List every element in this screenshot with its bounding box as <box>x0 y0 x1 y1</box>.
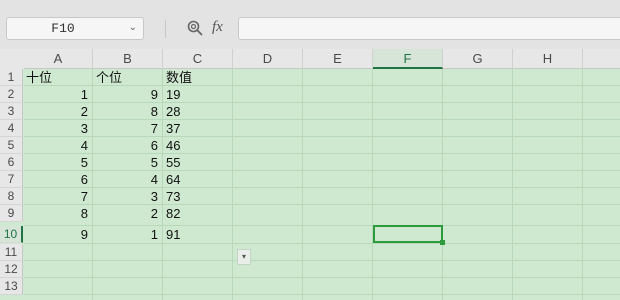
cell-b5[interactable]: 6 <box>92 137 162 154</box>
row-header-6[interactable]: 6 <box>0 154 23 171</box>
column-header-i[interactable] <box>583 49 620 69</box>
cell-c6[interactable]: 55 <box>165 154 232 171</box>
column-header-c[interactable]: C <box>163 49 233 69</box>
row-header-10[interactable]: 10 <box>0 226 23 243</box>
cell-b9[interactable]: 2 <box>92 205 162 222</box>
row-header-3[interactable]: 3 <box>0 103 23 120</box>
name-box-value: F10 <box>51 21 75 36</box>
row-header-1[interactable]: 1 <box>0 69 23 86</box>
cell-a7[interactable]: 6 <box>24 171 92 188</box>
zoom-icon[interactable] <box>186 19 204 37</box>
gridline-h <box>24 294 620 295</box>
column-header-e[interactable]: E <box>303 49 373 69</box>
cell-a3[interactable]: 2 <box>24 103 92 120</box>
cell-b4[interactable]: 7 <box>92 120 162 137</box>
column-headers: A B C D E F G H <box>24 49 620 69</box>
gridline-v <box>582 69 583 300</box>
cell-a8[interactable]: 7 <box>24 188 92 205</box>
row-header-4[interactable]: 4 <box>0 120 23 137</box>
column-header-b[interactable]: B <box>93 49 163 69</box>
cell-c3[interactable]: 28 <box>165 103 232 120</box>
cell-a2[interactable]: 1 <box>24 86 92 103</box>
gridline-v <box>372 69 373 300</box>
cell-c9[interactable]: 82 <box>165 205 232 222</box>
cell-c7[interactable]: 64 <box>165 171 232 188</box>
row-header-2[interactable]: 2 <box>0 86 23 103</box>
gridline-h <box>24 260 620 261</box>
row-header-9[interactable]: 9 <box>0 205 23 222</box>
column-header-f[interactable]: F <box>373 49 443 69</box>
gridline-v <box>442 69 443 300</box>
row-header-13[interactable]: 13 <box>0 278 23 295</box>
gridline-h <box>24 243 620 244</box>
fill-handle[interactable] <box>440 240 445 245</box>
row-header-8[interactable]: 8 <box>0 188 23 205</box>
cell-a6[interactable]: 5 <box>24 154 92 171</box>
cell-b10[interactable]: 1 <box>92 226 162 243</box>
cell-c5[interactable]: 46 <box>165 137 232 154</box>
gridline-v <box>512 69 513 300</box>
cell-grid[interactable]: 十位 个位 数值 1 9 19 2 8 28 3 7 37 4 6 46 5 5… <box>24 69 620 300</box>
cell-b2[interactable]: 9 <box>92 86 162 103</box>
formula-bar-divider <box>165 20 166 38</box>
cell-b8[interactable]: 3 <box>92 188 162 205</box>
gridline-h <box>24 277 620 278</box>
paste-options-icon[interactable]: ▾ <box>237 249 251 265</box>
select-all-corner[interactable] <box>0 49 24 69</box>
name-box[interactable]: F10 ⌄ <box>6 17 144 40</box>
row-header-11[interactable]: 11 <box>0 244 23 261</box>
gridline-v <box>162 69 163 300</box>
column-header-a[interactable]: A <box>24 49 93 69</box>
column-header-g[interactable]: G <box>443 49 513 69</box>
cell-a4[interactable]: 3 <box>24 120 92 137</box>
cell-c10[interactable]: 91 <box>165 226 232 243</box>
formula-input[interactable] <box>238 17 620 40</box>
cell-a9[interactable]: 8 <box>24 205 92 222</box>
cell-c4[interactable]: 37 <box>165 120 232 137</box>
row-header-5[interactable]: 5 <box>0 137 23 154</box>
cell-c1[interactable]: 数值 <box>165 69 232 86</box>
gridline-v <box>232 69 233 300</box>
cell-b6[interactable]: 5 <box>92 154 162 171</box>
chevron-down-icon[interactable]: ⌄ <box>129 22 137 34</box>
row-header-7[interactable]: 7 <box>0 171 23 188</box>
cell-a10[interactable]: 9 <box>24 226 92 243</box>
cell-c8[interactable]: 73 <box>165 188 232 205</box>
column-header-d[interactable]: D <box>233 49 303 69</box>
column-header-h[interactable]: H <box>513 49 583 69</box>
cell-c2[interactable]: 19 <box>165 86 232 103</box>
row-header-12[interactable]: 12 <box>0 261 23 278</box>
cell-b3[interactable]: 8 <box>92 103 162 120</box>
fx-icon[interactable]: fx <box>212 17 223 37</box>
cell-a1[interactable]: 十位 <box>25 69 92 86</box>
cell-b1[interactable]: 个位 <box>95 69 162 86</box>
gridline-v <box>302 69 303 300</box>
active-cell-selection[interactable] <box>373 225 443 243</box>
cell-a5[interactable]: 4 <box>24 137 92 154</box>
cell-b7[interactable]: 4 <box>92 171 162 188</box>
